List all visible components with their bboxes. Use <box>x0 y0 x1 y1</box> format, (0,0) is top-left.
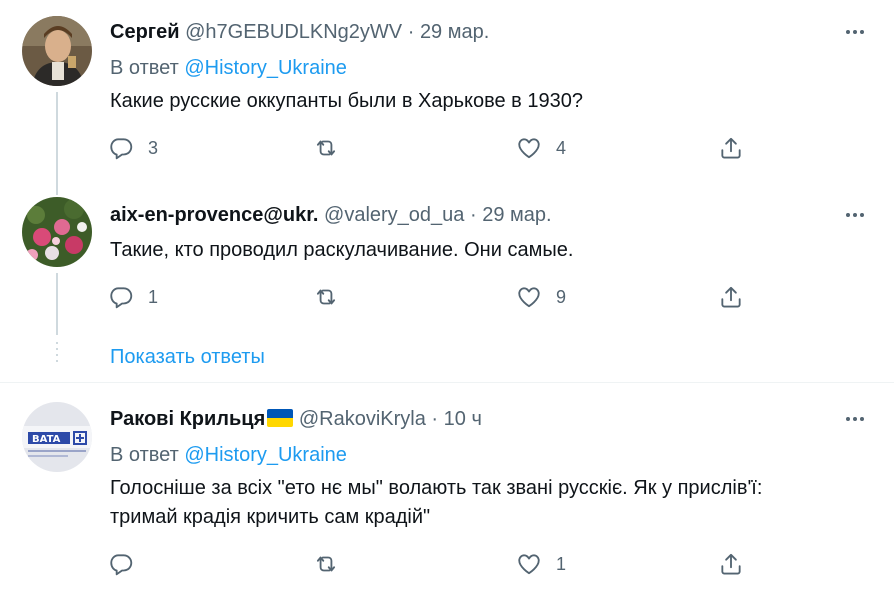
ukraine-flag-icon <box>267 409 294 427</box>
more-icon[interactable] <box>840 20 870 44</box>
author-name[interactable]: Ракові Крильця <box>110 408 265 430</box>
retweet-button[interactable] <box>313 134 353 162</box>
avatar-aix[interactable] <box>22 197 92 267</box>
author-handle[interactable]: @RakoviKryla <box>299 408 426 430</box>
share-button[interactable] <box>718 550 744 578</box>
retweet-button[interactable] <box>313 550 353 578</box>
tweet-header: Ракові Крильця @RakoviKryla · 10 ч <box>110 407 482 431</box>
reply-to-line: В ответ @History_Ukraine <box>110 56 347 80</box>
tweet-text: Такие, кто проводил раскулачивание. Они … <box>110 239 574 261</box>
like-count: 4 <box>556 137 567 158</box>
tweet-header: aix-en-provence@ukr. @valery_od_ua · 29 … <box>110 203 552 227</box>
more-icon[interactable] <box>840 407 870 431</box>
retweet-icon <box>316 556 336 572</box>
thread-line <box>56 185 58 195</box>
separator: · <box>469 204 477 226</box>
reply-to-line: В ответ @History_Ukraine <box>110 443 347 467</box>
author-name[interactable]: aix-en-provence@ukr. <box>110 204 318 226</box>
like-button[interactable]: 9 <box>516 283 566 311</box>
tweet-time[interactable]: 29 мар. <box>482 204 551 226</box>
retweet-icon <box>316 289 336 305</box>
reply-count: 1 <box>148 286 159 307</box>
like-icon <box>518 287 540 308</box>
author-name[interactable]: Сергей <box>110 21 180 43</box>
share-icon <box>721 553 741 575</box>
tweet-2[interactable]: aix-en-provence@ukr. @valery_od_ua · 29 … <box>0 185 894 335</box>
tweet-text: Голосніше за всіх "ето нє мы" волають та… <box>110 474 870 532</box>
reply-icon <box>110 554 133 576</box>
reply-prefix: В ответ <box>110 57 179 79</box>
author-handle[interactable]: @h7GEBUDLKNg2yWV <box>185 21 402 43</box>
tweet-time[interactable]: 10 ч <box>444 408 482 430</box>
avatar-rakovi[interactable]: BATA <box>22 402 92 472</box>
tweet-actions: 1 <box>108 550 768 578</box>
share-icon <box>721 286 741 308</box>
share-button[interactable] <box>718 134 744 162</box>
tweet-text: Какие русские оккупанты были в Харькове … <box>110 90 583 112</box>
separator: · <box>407 21 415 43</box>
avatar-sergey[interactable] <box>22 16 92 86</box>
show-replies-link[interactable]: Показать ответы <box>110 345 265 369</box>
tweet-1[interactable]: Сергей @h7GEBUDLKNg2yWV · 29 мар. В отве… <box>0 0 894 187</box>
tweet-header: Сергей @h7GEBUDLKNg2yWV · 29 мар. <box>110 20 489 44</box>
more-icon[interactable] <box>840 203 870 227</box>
reply-button[interactable]: 1 <box>108 283 158 311</box>
share-icon <box>721 137 741 159</box>
like-icon <box>518 138 540 159</box>
tweet-actions: 1 9 <box>108 283 768 311</box>
reply-to-link[interactable]: @History_Ukraine <box>184 57 347 79</box>
like-count: 9 <box>556 286 567 307</box>
reply-prefix: В ответ <box>110 444 179 466</box>
svg-text:BATA: BATA <box>32 434 61 445</box>
thread-line <box>56 92 58 187</box>
reply-button[interactable]: 3 <box>108 134 158 162</box>
share-button[interactable] <box>718 283 744 311</box>
reply-count: 3 <box>148 137 159 158</box>
tweet-3[interactable]: BATA Ракові Крильця @RakoviKryla · 10 ч … <box>0 383 894 591</box>
tweet-actions: 3 4 <box>108 134 768 162</box>
retweet-icon <box>316 140 336 156</box>
tweet-text-line: тримай крадія кричить сам крадій" <box>110 506 431 528</box>
like-count: 1 <box>556 553 567 574</box>
retweet-button[interactable] <box>313 283 353 311</box>
reply-icon <box>110 287 133 309</box>
like-button[interactable]: 1 <box>516 550 566 578</box>
separator: · <box>431 408 439 430</box>
tweet-time[interactable]: 29 мар. <box>420 21 489 43</box>
author-handle[interactable]: @valery_od_ua <box>324 204 464 226</box>
tweet-text-line: Голосніше за всіх "ето нє мы" волають та… <box>110 477 763 499</box>
reply-icon <box>110 138 133 160</box>
like-button[interactable]: 4 <box>516 134 566 162</box>
reply-to-link[interactable]: @History_Ukraine <box>184 444 347 466</box>
thread-dots <box>56 342 58 366</box>
reply-button[interactable] <box>108 550 148 578</box>
like-icon <box>518 554 540 575</box>
thread-line <box>56 273 58 335</box>
